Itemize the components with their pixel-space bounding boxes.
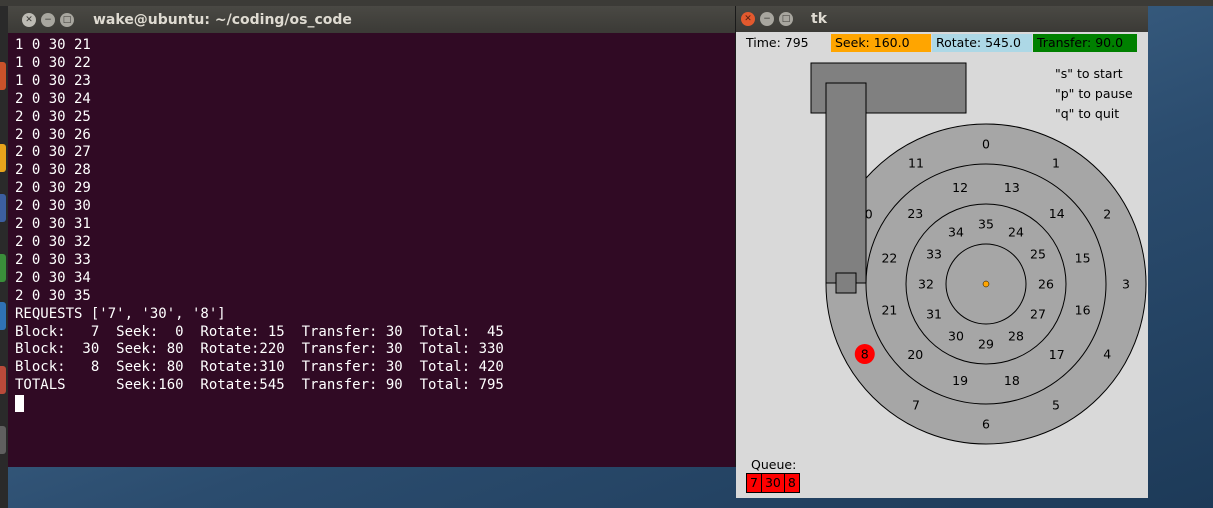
block-label: 17 xyxy=(1049,347,1065,362)
block-label: 35 xyxy=(978,217,994,232)
block-label: 32 xyxy=(918,277,934,292)
block-label: 8 xyxy=(861,347,869,362)
block-label: 30 xyxy=(948,328,964,343)
minimize-icon[interactable]: − xyxy=(41,12,55,27)
launcher-app-icon[interactable] xyxy=(0,144,6,172)
block-label: 20 xyxy=(907,347,923,362)
block-label: 27 xyxy=(1030,307,1046,322)
disk-head xyxy=(835,272,857,294)
block-label: 29 xyxy=(978,337,994,352)
maximize-icon[interactable]: □ xyxy=(60,12,74,27)
terminal-titlebar[interactable]: ✕ − □ wake@ubuntu: ~/coding/os_code xyxy=(8,6,735,33)
block-label: 3 xyxy=(1122,277,1130,292)
terminal-line: 2 0 30 26 xyxy=(15,126,91,143)
queue-item: 8 xyxy=(783,473,800,493)
block-label: 26 xyxy=(1038,277,1054,292)
block-label: 12 xyxy=(952,180,968,195)
tk-window: ✕ − □ tk Time: 795 Seek: 160.0 Rotate: 5… xyxy=(736,6,1148,498)
launcher-app-icon[interactable] xyxy=(0,366,6,394)
block-label: 18 xyxy=(1004,373,1020,388)
queue-label: Queue: xyxy=(751,457,797,472)
terminal-line: 2 0 30 27 xyxy=(15,144,91,161)
block-label: 22 xyxy=(881,251,897,266)
terminal-output[interactable]: 1 0 30 21 1 0 30 22 1 0 30 23 2 0 30 24 2 0 … xyxy=(8,33,735,418)
terminal-window: ✕ − □ wake@ubuntu: ~/coding/os_code 1 0 … xyxy=(8,6,736,467)
block-label: 25 xyxy=(1030,247,1046,262)
terminal-line: 2 0 30 28 xyxy=(15,162,91,179)
launcher-app-icon[interactable] xyxy=(0,426,6,454)
close-icon[interactable]: ✕ xyxy=(22,12,36,27)
block-label: 13 xyxy=(1004,180,1020,195)
disk-arm xyxy=(825,82,867,284)
block-label: 19 xyxy=(952,373,968,388)
terminal-line: 2 0 30 30 xyxy=(15,198,91,215)
terminal-line: 2 0 30 33 xyxy=(15,251,91,268)
block-label: 23 xyxy=(907,206,923,221)
terminal-line: 2 0 30 25 xyxy=(15,108,91,125)
terminal-line: 2 0 30 34 xyxy=(15,269,91,286)
launcher-app-icon[interactable] xyxy=(0,194,6,222)
terminal-line: 2 0 30 35 xyxy=(15,287,91,304)
terminal-line: 2 0 30 31 xyxy=(15,216,91,233)
block-label: 2 xyxy=(1103,207,1111,222)
terminal-line: 1 0 30 23 xyxy=(15,72,91,89)
block-label: 34 xyxy=(948,225,964,240)
disk-spindle xyxy=(982,280,990,288)
terminal-line: TOTALS Seek:160 Rotate:545 Transfer: 90 … xyxy=(15,377,504,394)
terminal-line: REQUESTS ['7', '30', '8'] xyxy=(15,305,226,322)
block-label: 1 xyxy=(1052,155,1060,170)
queue-list: 7 30 8 xyxy=(746,473,800,493)
block-label: 31 xyxy=(926,307,942,322)
block-label: 14 xyxy=(1049,206,1065,221)
block-label: 7 xyxy=(912,398,920,413)
block-label: 4 xyxy=(1103,347,1111,362)
block-label: 28 xyxy=(1008,328,1024,343)
launcher-app-icon[interactable] xyxy=(0,254,6,282)
block-label: 15 xyxy=(1075,251,1091,266)
block-label: 24 xyxy=(1008,225,1024,240)
terminal-line: 2 0 30 29 xyxy=(15,180,91,197)
terminal-line xyxy=(15,395,728,413)
terminal-line: 1 0 30 21 xyxy=(15,37,91,53)
launcher-app-icon[interactable] xyxy=(0,302,6,330)
cursor xyxy=(15,395,24,413)
block-label: 21 xyxy=(881,302,897,317)
block-label: 33 xyxy=(926,247,942,262)
block-label: 6 xyxy=(982,417,990,432)
block-label: 5 xyxy=(1052,398,1060,413)
terminal-line: Block: 7 Seek: 0 Rotate: 15 Transfer: 30… xyxy=(15,323,504,340)
block-label: 0 xyxy=(982,137,990,152)
terminal-line: 2 0 30 32 xyxy=(15,233,91,250)
block-label: 11 xyxy=(908,155,924,170)
terminal-line: Block: 8 Seek: 80 Rotate:310 Transfer: 3… xyxy=(15,359,504,376)
launcher-app-icon[interactable] xyxy=(0,62,6,90)
terminal-line: Block: 30 Seek: 80 Rotate:220 Transfer: … xyxy=(15,341,504,358)
queue-item: 7 xyxy=(746,473,762,493)
queue-item: 30 xyxy=(760,473,785,493)
block-label: 16 xyxy=(1075,302,1091,317)
terminal-line: 1 0 30 22 xyxy=(15,54,91,71)
terminal-title: wake@ubuntu: ~/coding/os_code xyxy=(93,11,352,28)
disk-canvas: 0123456789101112131415161718192021222324… xyxy=(810,62,1147,445)
unity-launcher xyxy=(0,6,8,508)
terminal-line: 2 0 30 24 xyxy=(15,90,91,107)
